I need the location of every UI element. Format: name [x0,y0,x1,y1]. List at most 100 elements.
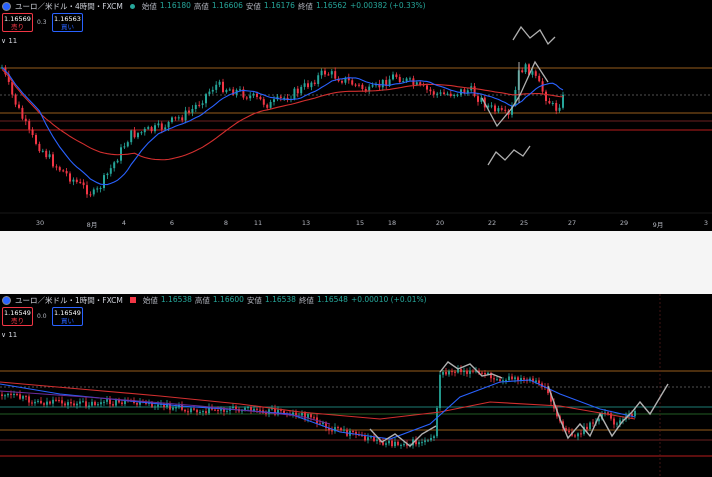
candle [419,82,422,85]
symbol-title[interactable]: ユーロ／米ドル・4時間・FXCM [15,1,123,12]
x-axis-tick: 9月 [652,221,664,229]
candle [330,71,333,75]
candle [196,409,198,413]
candle [454,371,456,373]
chart-panel-4h[interactable]: ユーロ／米ドル・4時間・FXCM 始値 1.16180 高値 1.16606 安値 1.1… [0,0,712,231]
buy-button[interactable]: 1.16549 買い [52,307,83,326]
candle [331,430,333,432]
candle [184,110,187,121]
candle [96,188,99,190]
candle [424,440,426,443]
chart-canvas-1h[interactable] [0,294,712,477]
candle [184,409,186,412]
candle [592,422,594,424]
candle [217,409,219,411]
candle [109,168,112,174]
candle [310,82,313,88]
candle [69,173,71,182]
candle [97,404,99,406]
ohlc-key: 高値 [194,295,210,305]
candle [126,142,129,147]
candle [460,369,462,373]
candle [109,399,111,405]
candle [172,407,174,410]
candle [524,64,527,73]
candle [534,71,537,76]
candle [24,118,27,122]
candle [456,94,459,96]
candle [415,82,418,85]
candle [136,402,138,405]
candle [548,100,551,104]
candle [64,403,66,406]
candle [521,70,524,73]
candle [259,96,262,100]
candle [174,117,177,119]
candle [13,394,15,396]
candle [86,185,88,195]
candle [262,99,265,105]
candle [10,393,12,395]
candle [82,401,84,403]
candle [76,403,78,406]
x-axis-tick: 18 [387,219,397,227]
candle [385,443,387,445]
candle [239,89,241,91]
candle [586,426,588,430]
candle [436,93,439,95]
chart-panel-1h[interactable]: ユーロ／米ドル・1時間・FXCM 始値 1.16538 高値 1.16600 安値 1.1… [0,294,712,477]
candle [453,94,456,97]
candle [7,393,9,396]
sell-price: 1.16569 [4,15,31,23]
indicators-toggle[interactable]: ∨ 11 [1,37,17,45]
x-axis-tick: 25 [519,219,529,227]
candle [538,75,541,82]
candle [403,444,405,446]
candle [493,378,495,380]
candle [218,81,221,85]
spread-value: 0.3 [37,19,47,26]
candle [205,411,207,414]
candle [113,162,116,169]
sell-button[interactable]: 1.16549 売り [2,307,33,326]
candle [301,412,303,416]
candle [397,441,399,446]
candle [499,379,501,381]
buy-label: 買い [61,23,74,31]
candle [300,86,303,94]
candle [412,78,415,85]
candle [1,394,3,397]
candle [14,94,17,105]
moving-average-slow [1,69,564,161]
chart-canvas-4h[interactable] [0,0,712,231]
candle [100,402,102,405]
candle [116,160,119,163]
candle [215,84,218,90]
candle [293,88,296,99]
candle [496,379,498,381]
candle [247,407,249,409]
candle [505,380,507,382]
sell-button[interactable]: 1.16569 売り [2,13,33,32]
ohlc-key: 始値 [142,295,158,305]
candle [41,150,44,152]
candle [427,440,429,442]
candle [88,405,90,407]
candle [371,85,374,87]
buy-button[interactable]: 1.16563 買い [52,13,83,32]
candle [463,370,465,373]
x-axis-tick: 13 [301,219,311,227]
candle [19,394,21,399]
symbol-title[interactable]: ユーロ／米ドル・1時間・FXCM [15,295,123,306]
candle [70,402,72,404]
candle [133,130,136,138]
candle [157,123,160,126]
x-axis-tick: 20 [435,219,445,227]
ohlc-values: 始値 1.16180 高値 1.16606 安値 1.16176 終値 1.16562 +0.0… [142,1,426,12]
candle [222,81,224,93]
candle [334,71,337,79]
indicators-toggle[interactable]: ∨ 11 [1,331,17,339]
ohlc-value: +0.00382 (+0.33%) [349,0,426,10]
candle [494,105,496,112]
candle [358,84,360,86]
